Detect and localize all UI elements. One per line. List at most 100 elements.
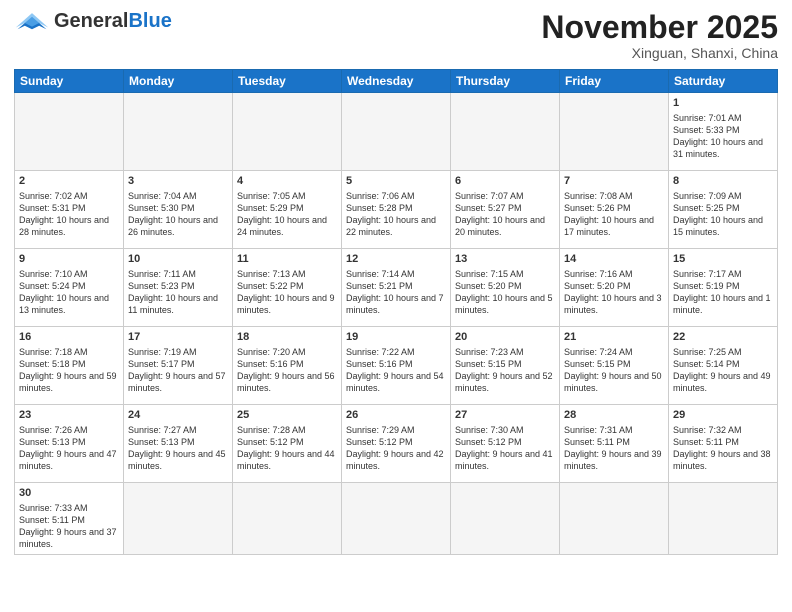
- logo: GeneralBlue: [14, 10, 172, 33]
- calendar-week-row: 30Sunrise: 7:33 AMSunset: 5:11 PMDayligh…: [15, 483, 778, 554]
- day-info: Sunrise: 7:15 AMSunset: 5:20 PMDaylight:…: [455, 268, 555, 317]
- weekday-header: Thursday: [451, 70, 560, 93]
- calendar-week-row: 9Sunrise: 7:10 AMSunset: 5:24 PMDaylight…: [15, 249, 778, 327]
- day-info: Sunrise: 7:02 AMSunset: 5:31 PMDaylight:…: [19, 190, 119, 239]
- day-number: 3: [128, 174, 228, 189]
- calendar-cell: 24Sunrise: 7:27 AMSunset: 5:13 PMDayligh…: [124, 405, 233, 483]
- day-info: Sunrise: 7:07 AMSunset: 5:27 PMDaylight:…: [455, 190, 555, 239]
- day-info: Sunrise: 7:18 AMSunset: 5:18 PMDaylight:…: [19, 346, 119, 395]
- day-info: Sunrise: 7:32 AMSunset: 5:11 PMDaylight:…: [673, 424, 773, 473]
- calendar-cell: 7Sunrise: 7:08 AMSunset: 5:26 PMDaylight…: [560, 171, 669, 249]
- calendar-cell: 14Sunrise: 7:16 AMSunset: 5:20 PMDayligh…: [560, 249, 669, 327]
- calendar-cell: 4Sunrise: 7:05 AMSunset: 5:29 PMDaylight…: [233, 171, 342, 249]
- calendar-week-row: 1Sunrise: 7:01 AMSunset: 5:33 PMDaylight…: [15, 93, 778, 171]
- weekday-header: Saturday: [669, 70, 778, 93]
- calendar-cell: 11Sunrise: 7:13 AMSunset: 5:22 PMDayligh…: [233, 249, 342, 327]
- calendar-cell: 2Sunrise: 7:02 AMSunset: 5:31 PMDaylight…: [15, 171, 124, 249]
- calendar-cell: 20Sunrise: 7:23 AMSunset: 5:15 PMDayligh…: [451, 327, 560, 405]
- day-number: 30: [19, 486, 119, 501]
- calendar-cell: [560, 483, 669, 554]
- day-number: 29: [673, 408, 773, 423]
- calendar-cell: 1Sunrise: 7:01 AMSunset: 5:33 PMDaylight…: [669, 93, 778, 171]
- month-title: November 2025: [541, 10, 778, 45]
- calendar-cell: 12Sunrise: 7:14 AMSunset: 5:21 PMDayligh…: [342, 249, 451, 327]
- calendar-cell: [124, 483, 233, 554]
- day-info: Sunrise: 7:06 AMSunset: 5:28 PMDaylight:…: [346, 190, 446, 239]
- calendar-cell: 19Sunrise: 7:22 AMSunset: 5:16 PMDayligh…: [342, 327, 451, 405]
- day-info: Sunrise: 7:29 AMSunset: 5:12 PMDaylight:…: [346, 424, 446, 473]
- calendar-cell: 6Sunrise: 7:07 AMSunset: 5:27 PMDaylight…: [451, 171, 560, 249]
- day-number: 14: [564, 252, 664, 267]
- day-info: Sunrise: 7:13 AMSunset: 5:22 PMDaylight:…: [237, 268, 337, 317]
- calendar-cell: 15Sunrise: 7:17 AMSunset: 5:19 PMDayligh…: [669, 249, 778, 327]
- calendar-cell: [124, 93, 233, 171]
- day-info: Sunrise: 7:01 AMSunset: 5:33 PMDaylight:…: [673, 112, 773, 161]
- calendar-cell: 25Sunrise: 7:28 AMSunset: 5:12 PMDayligh…: [233, 405, 342, 483]
- calendar: SundayMondayTuesdayWednesdayThursdayFrid…: [14, 69, 778, 554]
- day-info: Sunrise: 7:28 AMSunset: 5:12 PMDaylight:…: [237, 424, 337, 473]
- weekday-header: Monday: [124, 70, 233, 93]
- day-info: Sunrise: 7:24 AMSunset: 5:15 PMDaylight:…: [564, 346, 664, 395]
- day-info: Sunrise: 7:25 AMSunset: 5:14 PMDaylight:…: [673, 346, 773, 395]
- calendar-cell: [233, 483, 342, 554]
- calendar-cell: 21Sunrise: 7:24 AMSunset: 5:15 PMDayligh…: [560, 327, 669, 405]
- weekday-header: Sunday: [15, 70, 124, 93]
- day-number: 23: [19, 408, 119, 423]
- calendar-week-row: 16Sunrise: 7:18 AMSunset: 5:18 PMDayligh…: [15, 327, 778, 405]
- calendar-cell: [342, 93, 451, 171]
- page: GeneralBlue November 2025 Xinguan, Shanx…: [0, 0, 792, 612]
- calendar-cell: 27Sunrise: 7:30 AMSunset: 5:12 PMDayligh…: [451, 405, 560, 483]
- calendar-cell: 22Sunrise: 7:25 AMSunset: 5:14 PMDayligh…: [669, 327, 778, 405]
- day-number: 2: [19, 174, 119, 189]
- day-info: Sunrise: 7:27 AMSunset: 5:13 PMDaylight:…: [128, 424, 228, 473]
- day-number: 20: [455, 330, 555, 345]
- day-info: Sunrise: 7:30 AMSunset: 5:12 PMDaylight:…: [455, 424, 555, 473]
- day-info: Sunrise: 7:08 AMSunset: 5:26 PMDaylight:…: [564, 190, 664, 239]
- day-number: 1: [673, 96, 773, 111]
- logo-text: GeneralBlue: [54, 10, 172, 33]
- day-info: Sunrise: 7:09 AMSunset: 5:25 PMDaylight:…: [673, 190, 773, 239]
- day-number: 21: [564, 330, 664, 345]
- day-number: 24: [128, 408, 228, 423]
- calendar-cell: 8Sunrise: 7:09 AMSunset: 5:25 PMDaylight…: [669, 171, 778, 249]
- day-info: Sunrise: 7:11 AMSunset: 5:23 PMDaylight:…: [128, 268, 228, 317]
- location: Xinguan, Shanxi, China: [541, 45, 778, 61]
- calendar-week-row: 2Sunrise: 7:02 AMSunset: 5:31 PMDaylight…: [15, 171, 778, 249]
- day-number: 15: [673, 252, 773, 267]
- day-number: 13: [455, 252, 555, 267]
- day-number: 10: [128, 252, 228, 267]
- calendar-cell: [451, 93, 560, 171]
- day-number: 5: [346, 174, 446, 189]
- calendar-cell: [669, 483, 778, 554]
- calendar-cell: [233, 93, 342, 171]
- header: GeneralBlue November 2025 Xinguan, Shanx…: [14, 10, 778, 61]
- calendar-cell: 5Sunrise: 7:06 AMSunset: 5:28 PMDaylight…: [342, 171, 451, 249]
- calendar-cell: 18Sunrise: 7:20 AMSunset: 5:16 PMDayligh…: [233, 327, 342, 405]
- calendar-cell: [560, 93, 669, 171]
- day-info: Sunrise: 7:14 AMSunset: 5:21 PMDaylight:…: [346, 268, 446, 317]
- day-number: 19: [346, 330, 446, 345]
- day-info: Sunrise: 7:20 AMSunset: 5:16 PMDaylight:…: [237, 346, 337, 395]
- title-block: November 2025 Xinguan, Shanxi, China: [541, 10, 778, 61]
- weekday-header: Wednesday: [342, 70, 451, 93]
- calendar-cell: 28Sunrise: 7:31 AMSunset: 5:11 PMDayligh…: [560, 405, 669, 483]
- day-info: Sunrise: 7:10 AMSunset: 5:24 PMDaylight:…: [19, 268, 119, 317]
- day-number: 7: [564, 174, 664, 189]
- calendar-cell: 29Sunrise: 7:32 AMSunset: 5:11 PMDayligh…: [669, 405, 778, 483]
- calendar-cell: 23Sunrise: 7:26 AMSunset: 5:13 PMDayligh…: [15, 405, 124, 483]
- day-number: 8: [673, 174, 773, 189]
- day-number: 11: [237, 252, 337, 267]
- calendar-cell: 3Sunrise: 7:04 AMSunset: 5:30 PMDaylight…: [124, 171, 233, 249]
- weekday-header-row: SundayMondayTuesdayWednesdayThursdayFrid…: [15, 70, 778, 93]
- day-number: 4: [237, 174, 337, 189]
- calendar-cell: 16Sunrise: 7:18 AMSunset: 5:18 PMDayligh…: [15, 327, 124, 405]
- day-info: Sunrise: 7:05 AMSunset: 5:29 PMDaylight:…: [237, 190, 337, 239]
- day-info: Sunrise: 7:17 AMSunset: 5:19 PMDaylight:…: [673, 268, 773, 317]
- calendar-cell: 10Sunrise: 7:11 AMSunset: 5:23 PMDayligh…: [124, 249, 233, 327]
- weekday-header: Tuesday: [233, 70, 342, 93]
- day-number: 12: [346, 252, 446, 267]
- calendar-cell: [15, 93, 124, 171]
- calendar-cell: [342, 483, 451, 554]
- day-info: Sunrise: 7:23 AMSunset: 5:15 PMDaylight:…: [455, 346, 555, 395]
- day-number: 18: [237, 330, 337, 345]
